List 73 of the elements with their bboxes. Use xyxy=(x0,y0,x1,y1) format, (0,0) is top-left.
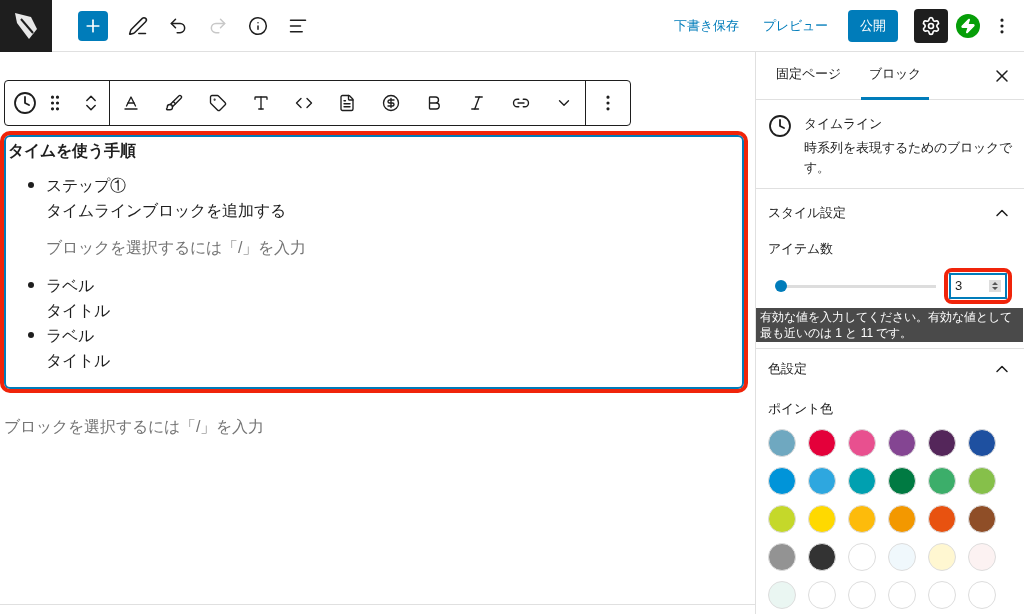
field-label: ポイント色 xyxy=(768,400,834,418)
validation-tooltip: 有効な値を入力してください。有効な値として最も近いのは 1 と 11 です。 xyxy=(756,308,1023,342)
timeline-block[interactable]: タイムを使う手順 ステップ① タイムラインブロックを追加する ブロックを選択するには「/」を入力 ラベル タイトル ラベル タイトル xyxy=(0,131,748,393)
info-icon[interactable] xyxy=(248,15,268,36)
color-swatch[interactable] xyxy=(888,428,916,457)
site-logo[interactable] xyxy=(0,0,52,52)
color-swatch[interactable] xyxy=(768,504,796,533)
color-swatch[interactable] xyxy=(768,580,796,609)
dollar-icon[interactable] xyxy=(381,94,400,112)
block-description: 時系列を表現するためのブロックです。 xyxy=(804,138,1012,177)
color-swatch[interactable] xyxy=(808,504,836,533)
color-swatch[interactable] xyxy=(768,466,796,495)
step-label: ラベル xyxy=(46,326,95,346)
block-placeholder[interactable]: ブロックを選択するには「/」を入力 xyxy=(46,238,742,258)
color-swatch[interactable] xyxy=(808,428,836,457)
slider-thumb[interactable] xyxy=(774,280,787,292)
color-swatch[interactable] xyxy=(888,504,916,533)
sidebar-tab[interactable]: ブロック xyxy=(861,51,929,100)
number-field[interactable]: 3 xyxy=(949,273,1007,299)
add-block-button[interactable] xyxy=(78,10,108,41)
panel-title[interactable]: 色設定 xyxy=(768,359,807,379)
sidebar-tab[interactable]: 固定ページ xyxy=(768,51,849,100)
block-appender[interactable]: ブロックを選択するには「/」を入力 xyxy=(4,415,755,439)
color-swatch[interactable] xyxy=(968,466,996,495)
color-swatch[interactable] xyxy=(888,542,916,571)
block-title: タイムライン xyxy=(804,115,883,133)
color-swatch[interactable] xyxy=(928,542,956,571)
color-swatch[interactable] xyxy=(968,580,996,609)
color-swatch[interactable] xyxy=(808,466,836,495)
pencil-icon[interactable] xyxy=(128,15,148,36)
publish-button[interactable]: 公開 xyxy=(848,9,898,42)
color-swatch[interactable] xyxy=(968,428,996,457)
color-swatch[interactable] xyxy=(928,466,956,495)
color-swatch[interactable] xyxy=(888,580,916,609)
panel-title[interactable]: スタイル設定 xyxy=(768,202,846,223)
brush-icon[interactable] xyxy=(165,94,184,112)
spinner-icon[interactable] xyxy=(989,280,1001,292)
color-swatch[interactable] xyxy=(968,542,996,571)
color-swatch[interactable] xyxy=(768,428,796,457)
settings-button[interactable] xyxy=(914,8,948,43)
color-swatch[interactable] xyxy=(768,542,796,571)
color-swatch[interactable] xyxy=(848,580,876,609)
color-swatch[interactable] xyxy=(928,428,956,457)
color-swatch[interactable] xyxy=(928,580,956,609)
bullet-icon xyxy=(28,182,34,188)
block-heading: タイムを使う手順 xyxy=(8,141,137,161)
field-label: アイテム数 xyxy=(768,239,834,258)
bullet-icon xyxy=(28,282,34,288)
clock-icon[interactable] xyxy=(13,91,37,115)
header-link-button[interactable]: 下書き保存 xyxy=(666,15,747,36)
settings-icon xyxy=(921,15,941,36)
color-swatch[interactable] xyxy=(888,466,916,495)
bolt-icon[interactable] xyxy=(956,13,980,38)
color-swatch[interactable] xyxy=(808,580,836,609)
clock-icon[interactable] xyxy=(768,114,792,138)
text-color-icon[interactable] xyxy=(122,94,140,112)
color-swatch[interactable] xyxy=(848,466,876,495)
color-swatch[interactable] xyxy=(968,504,996,533)
tag-icon[interactable] xyxy=(208,94,227,112)
bullet-icon xyxy=(28,332,34,338)
header-link-button[interactable]: プレビュー xyxy=(755,15,836,36)
font-size-icon[interactable] xyxy=(251,94,270,112)
step-title: タイトル xyxy=(46,351,110,371)
step-label: ラベル xyxy=(46,276,95,296)
step-label: ステップ① xyxy=(46,176,127,196)
step-title: タイトル xyxy=(46,301,110,321)
color-swatch[interactable] xyxy=(848,504,876,533)
document-icon[interactable] xyxy=(338,94,357,112)
color-swatch[interactable] xyxy=(848,428,876,457)
color-swatch[interactable] xyxy=(808,542,836,571)
color-swatch[interactable] xyxy=(848,542,876,571)
step-title: タイムラインブロックを追加する xyxy=(46,201,286,221)
color-swatch[interactable] xyxy=(928,504,956,533)
